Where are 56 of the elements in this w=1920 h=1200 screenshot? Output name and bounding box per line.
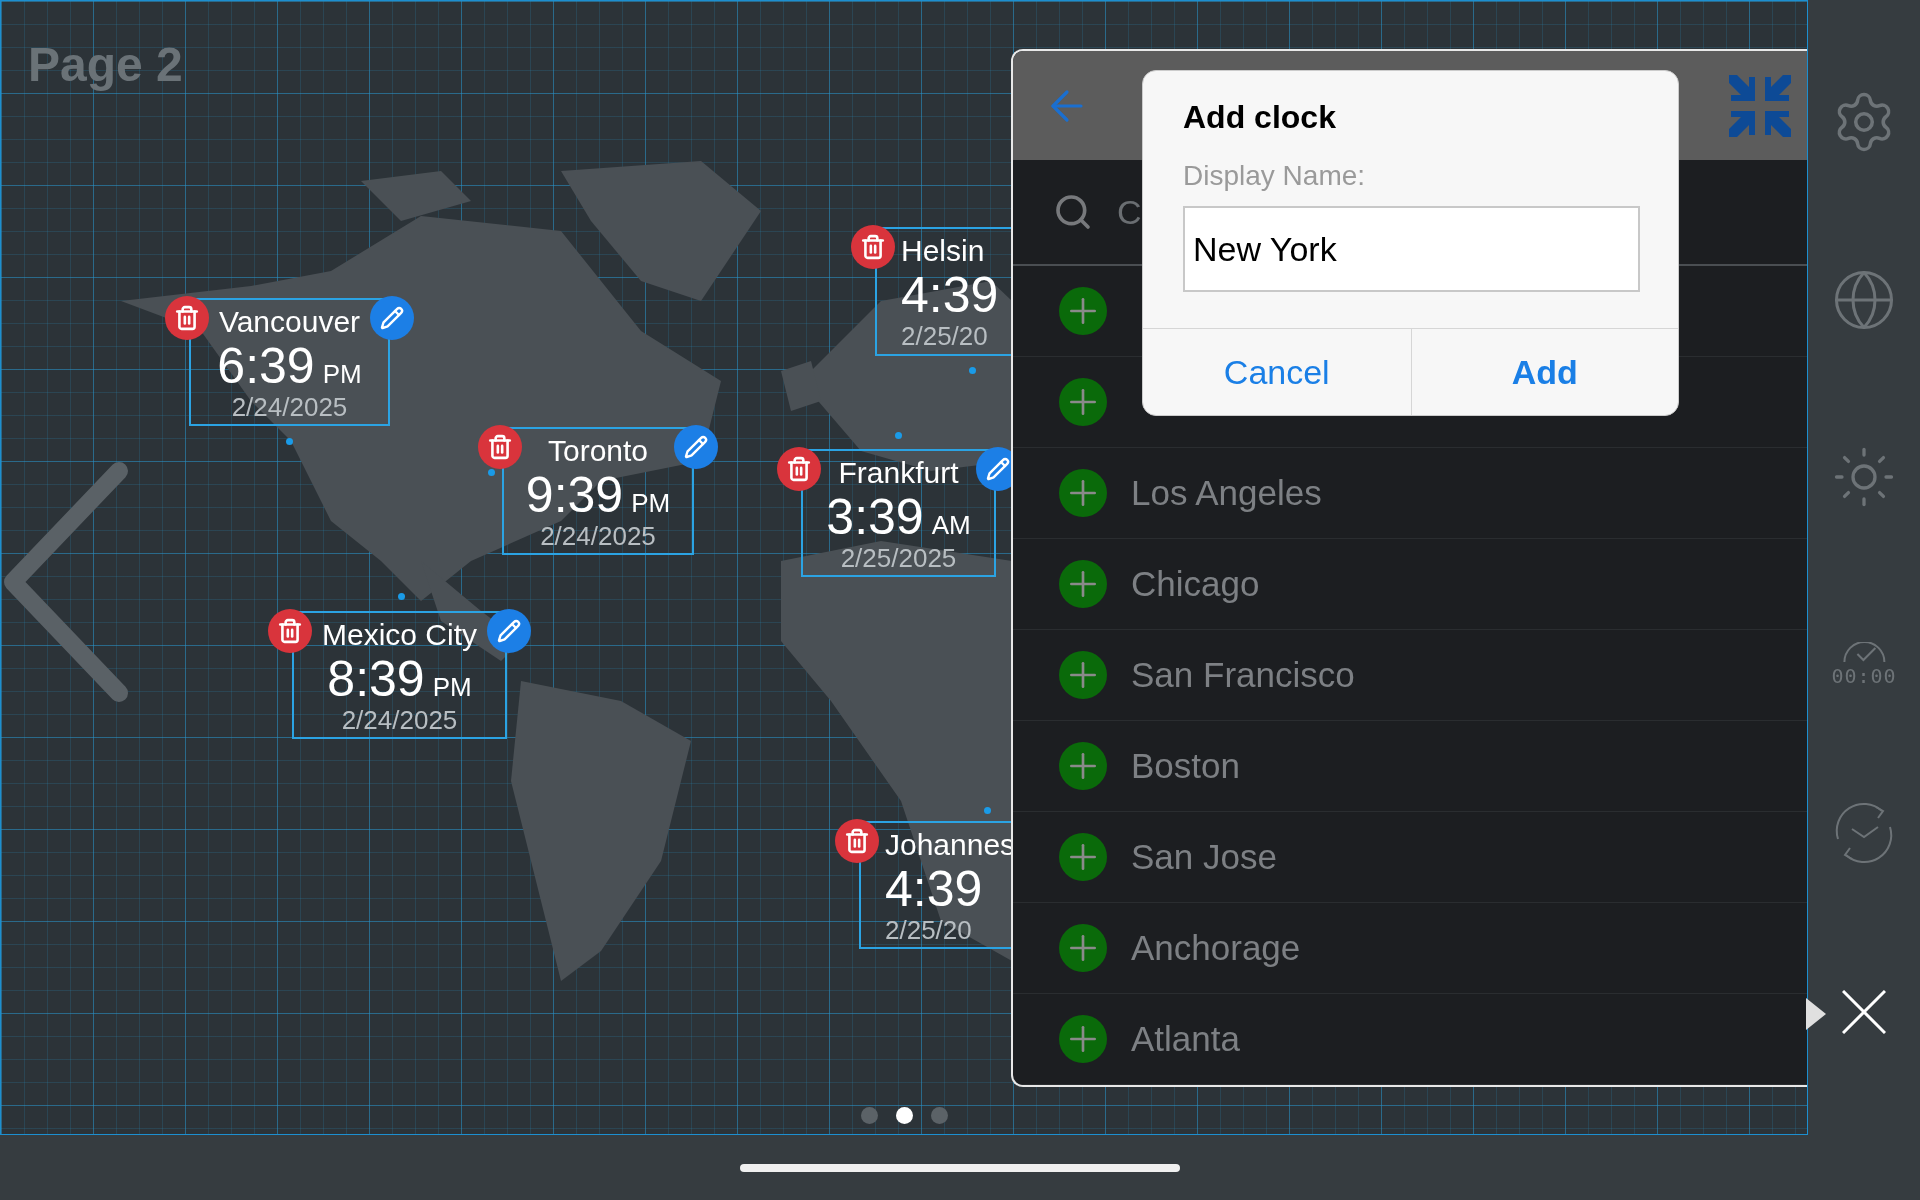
city-label[interactable]: Boston — [1131, 746, 1240, 786]
pencil-icon[interactable] — [986, 457, 1010, 481]
clock-date: 2/25/20 — [901, 321, 988, 351]
edit-button[interactable] — [487, 609, 531, 653]
city-label[interactable]: Chicago — [1131, 564, 1260, 604]
city-label[interactable]: San Jose — [1131, 837, 1277, 877]
clock-date: 2/24/2025 — [231, 392, 348, 422]
display-name-field[interactable]: New York — [1183, 206, 1640, 292]
am-pm-label: PM — [322, 359, 362, 390]
am-pm-label: PM — [432, 672, 472, 703]
clock-time: 4:39 — [885, 863, 983, 915]
page-dot[interactable] — [896, 1107, 913, 1124]
city-label[interactable]: Anchorage — [1131, 928, 1301, 968]
location-pin-icon — [969, 367, 976, 374]
city-name: Vancouver — [218, 304, 361, 340]
cancel-button[interactable]: Cancel — [1143, 329, 1411, 415]
clock-time: 8:39 — [327, 653, 425, 705]
pencil-icon[interactable] — [380, 306, 404, 330]
location-pin-icon — [895, 432, 902, 439]
trash-icon[interactable] — [487, 434, 513, 460]
trash-icon[interactable] — [860, 234, 886, 260]
city-name: Helsin — [901, 233, 985, 269]
field-label: Display Name: — [1183, 160, 1367, 192]
dialog-title: Add clock — [1183, 99, 1337, 136]
delete-button[interactable] — [835, 819, 879, 863]
location-pin-icon — [398, 593, 405, 600]
clock-date: 2/25/2025 — [840, 543, 957, 573]
trash-icon[interactable] — [277, 618, 303, 644]
location-pin-icon — [488, 469, 495, 476]
pencil-icon[interactable] — [684, 435, 708, 459]
city-label[interactable]: Los Angeles — [1131, 473, 1322, 513]
city-label[interactable]: Atlanta — [1131, 1019, 1240, 1059]
clock-time: 4:39 — [901, 269, 999, 321]
page-dot[interactable] — [931, 1107, 948, 1124]
add-button[interactable]: Add — [1410, 329, 1678, 415]
trash-icon[interactable] — [174, 305, 200, 331]
city-name: Toronto — [547, 433, 649, 469]
delete-button[interactable] — [777, 447, 821, 491]
city-label[interactable]: San Francisco — [1131, 655, 1355, 695]
city-name: Frankfurt — [838, 455, 959, 491]
clock-time: 9:39 — [525, 469, 624, 521]
city-name: Mexico City — [322, 617, 477, 653]
location-pin-icon — [286, 438, 293, 445]
delete-button[interactable] — [268, 609, 312, 653]
page-dot[interactable] — [861, 1107, 878, 1124]
trash-icon[interactable] — [786, 456, 812, 482]
close-button[interactable] — [1842, 990, 1886, 1034]
am-pm-label: AM — [931, 510, 971, 541]
clock-time: 3:39 — [826, 491, 924, 543]
edit-button[interactable] — [674, 425, 718, 469]
trash-icon[interactable] — [844, 828, 870, 854]
location-pin-icon — [984, 807, 991, 814]
am-pm-label: PM — [631, 488, 671, 519]
pencil-icon[interactable] — [497, 619, 521, 643]
delete-button[interactable] — [851, 225, 895, 269]
clock-time: 6:39 — [217, 340, 315, 392]
